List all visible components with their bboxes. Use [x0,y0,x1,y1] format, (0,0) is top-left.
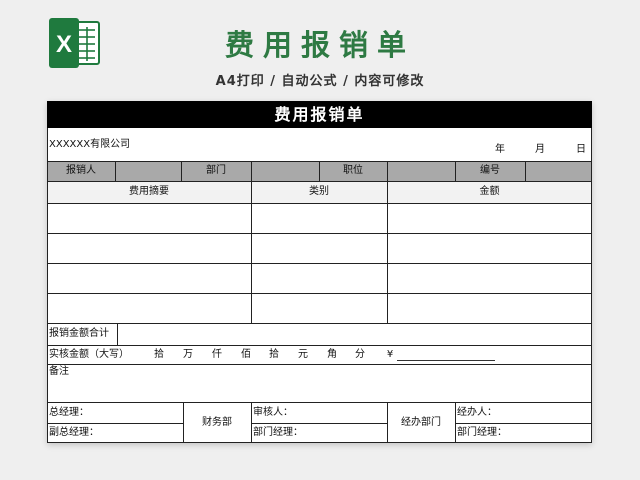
remark-field[interactable] [47,364,592,402]
row-4-summary[interactable] [47,293,251,323]
position-value[interactable] [387,161,455,181]
reviewer-label: 审核人： [253,406,293,418]
row-1-summary[interactable] [47,203,251,233]
row-3-amount[interactable] [387,263,592,293]
reporter-label: 报销人 [66,165,96,176]
dept-manager-2-label: 部门经理： [457,427,507,438]
department-label: 部门 [206,165,226,176]
grid-line [47,442,592,443]
amount-unit: 万 [183,348,193,360]
grid-line [115,161,116,181]
row-3-summary[interactable] [47,263,251,293]
column-header-amount: 金额 [479,186,500,197]
grid-line [47,203,592,204]
currency-symbol: ¥ [386,348,394,360]
grid-line [47,128,48,443]
form-title: 费用报销单 [47,101,592,128]
amount-unit: 佰 [241,348,251,360]
amount-unit: 角 [327,348,337,360]
grid-line [47,293,592,294]
row-1-category[interactable] [251,203,387,233]
grid-line [251,423,387,424]
total-label: 报销金额合计 [49,328,109,339]
row-1-amount[interactable] [387,203,592,233]
position-label: 职位 [343,165,363,176]
grid-line [47,402,592,403]
grid-line [251,161,252,323]
grid-line [47,263,592,264]
grid-line [117,323,118,345]
grid-line [387,402,388,443]
dept-manager-label: 部门经理： [253,427,303,438]
amount-unit: 拾 [154,348,164,360]
row-3-category[interactable] [251,263,387,293]
grid-line [591,128,592,443]
amount-fill-line[interactable] [397,360,495,361]
gm-label: 总经理： [49,406,89,418]
amount-unit: 拾 [269,348,279,360]
grid-line [183,402,184,443]
amount-unit: 元 [298,348,308,360]
grid-line [319,161,320,181]
row-4-category[interactable] [251,293,387,323]
grid-line [525,161,526,181]
column-header-category: 类别 [309,186,329,197]
date-day-label: 日 [576,144,586,155]
grid-line [47,364,592,365]
grid-line [47,181,592,182]
handling-dept-label: 经办部门 [401,416,441,428]
grid-line [47,345,592,346]
grid-line [47,323,592,324]
grid-line [455,423,592,424]
grid-line [455,161,456,181]
total-value[interactable] [117,323,592,345]
finance-dept-label: 财务部 [202,416,232,428]
page-title: 费用报销单 [224,28,415,62]
date-year-label: 年 [495,144,505,155]
row-4-amount[interactable] [387,293,592,323]
grid-line [455,402,456,443]
date-month-label: 月 [535,144,545,155]
grid-line [47,423,183,424]
amount-unit: 仟 [212,348,222,360]
vice-gm-label: 副总经理： [49,427,99,438]
handler-label: 经办人： [457,406,497,418]
company-name: XXXXXX有限公司 [49,138,131,150]
reporter-value[interactable] [115,161,181,181]
column-header-summary: 费用摘要 [129,186,169,197]
page-subtitle: A4打印 / 自动公式 / 内容可修改 [215,74,425,89]
grid-line [387,161,388,323]
amount-unit: 分 [355,348,365,360]
grid-line [251,402,252,443]
grid-line [47,233,592,234]
row-2-amount[interactable] [387,233,592,263]
grid-line [181,161,182,181]
row-2-category[interactable] [251,233,387,263]
row-2-summary[interactable] [47,233,251,263]
amount-label: 实核金额（大写） [49,348,129,360]
number-label: 编号 [480,165,500,176]
number-value[interactable] [525,161,592,181]
reimbursement-form: 费用报销单 XXXXXX有限公司 年 月 日 报销人 部门 职位 编号 费用摘要… [47,101,592,443]
